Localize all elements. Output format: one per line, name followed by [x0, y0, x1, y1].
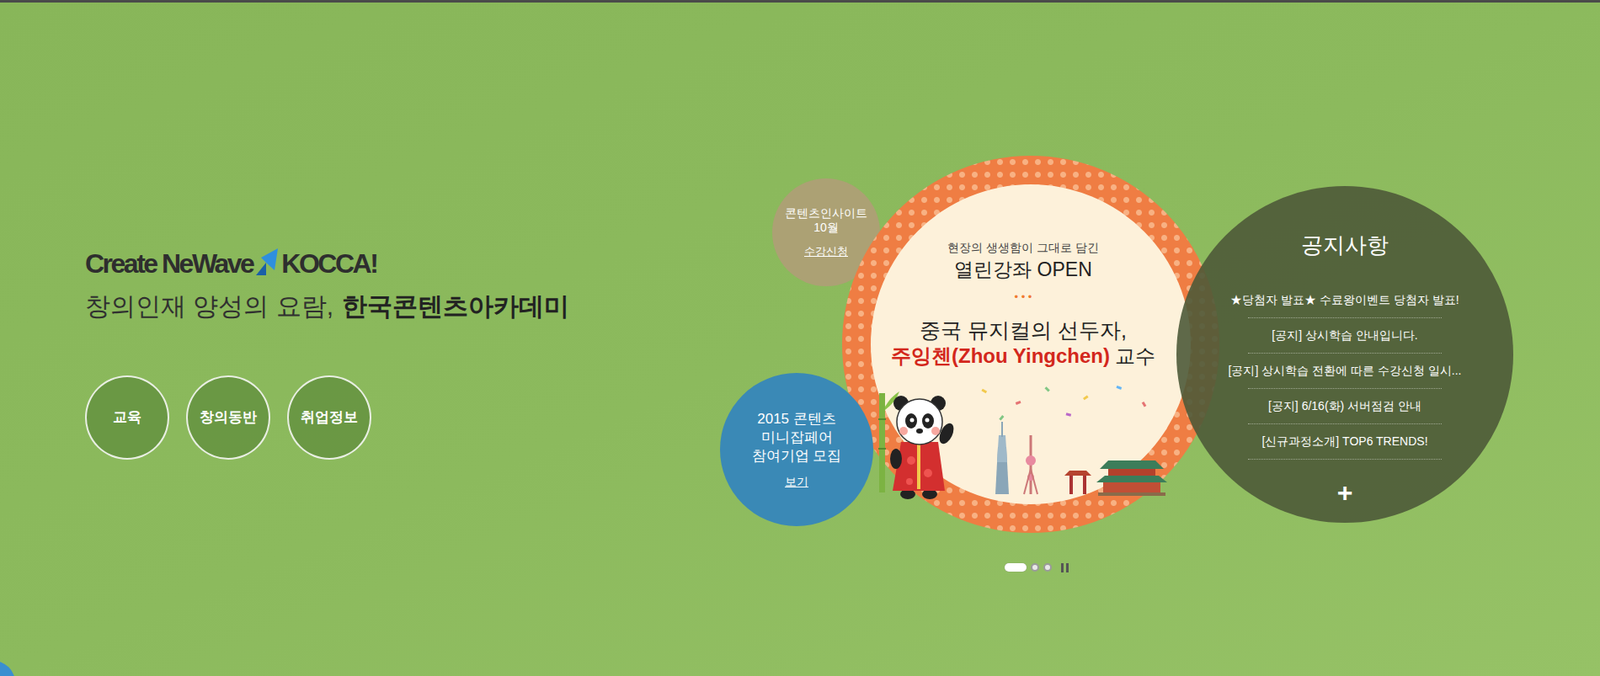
nav-button[interactable]: 창의동반 — [186, 375, 271, 460]
tagline-text: 창의인재 양성의 요람, — [85, 290, 334, 323]
feature-title: 열린강좌 OPEN — [954, 257, 1093, 282]
feature-subtitle: 현장의 생생함이 그대로 담긴 — [947, 240, 1099, 256]
notice-item[interactable]: [신규과정소개] TOP6 TRENDS! — [1248, 424, 1442, 460]
notice-text[interactable]: [공지] 상시학습 안내입니다. — [1271, 318, 1418, 353]
panda-icon — [877, 384, 958, 503]
hero: Create NeWave KOCCA! 창의인재 양성의 요람, 한국콘텐츠아… — [0, 0, 1600, 676]
pause-bar — [1061, 563, 1064, 573]
city-skyline-icon — [965, 384, 1176, 503]
notice-circle: 공지사항 ★당첨자 발표★ 수료왕이벤트 당첨자 발표![공지] 상시학습 안내… — [1176, 186, 1514, 523]
notice-text[interactable]: [공지] 6/16(화) 서버점검 안내 — [1268, 389, 1422, 424]
nav-button[interactable]: 교육 — [85, 375, 170, 460]
feature-inner: 현장의 생생함이 그대로 담긴 열린강좌 OPEN • • • 중국 뮤지컬의 … — [870, 184, 1191, 505]
feature-name-row: 주잉첸(Zhou Yingchen) 교수 — [890, 343, 1156, 369]
notice-item[interactable]: [공지] 6/16(화) 서버점검 안내 — [1248, 389, 1442, 425]
promo-line: 콘텐츠인사이트 — [784, 206, 868, 221]
carousel-controls — [1004, 562, 1069, 573]
notice-separator — [1248, 458, 1442, 460]
carousel-dot[interactable] — [1043, 563, 1052, 572]
notice-item[interactable]: [공지] 상시학습 전환에 따른 수강신청 일시... — [1228, 353, 1462, 390]
promo-line: 2015 콘텐츠 — [757, 410, 837, 429]
notice-separator — [1248, 317, 1442, 319]
feature-circle[interactable]: 현장의 생생함이 그대로 담긴 열린강좌 OPEN • • • 중국 뮤지컬의 … — [842, 155, 1220, 534]
notice-text[interactable]: [신규과정소개] TOP6 TRENDS! — [1261, 424, 1428, 459]
wave-arrow-icon — [256, 248, 278, 276]
promo-line: 미니잡페어 — [761, 428, 833, 448]
notice-text[interactable]: [공지] 상시학습 전환에 따른 수강신청 일시... — [1228, 353, 1462, 389]
notice-separator — [1248, 388, 1442, 390]
carousel-dot[interactable] — [1004, 563, 1027, 572]
logo-text: Create NeWave — [85, 246, 253, 281]
notice-text[interactable]: ★당첨자 발표★ 수료왕이벤트 당첨자 발표! — [1230, 282, 1459, 318]
feature-dots: • • • — [1014, 291, 1033, 304]
notice-more-button[interactable]: + — [1337, 480, 1354, 506]
professor-suffix: 교수 — [1114, 343, 1156, 369]
nav-button[interactable]: 취업정보 — [287, 375, 372, 460]
notice-separator — [1248, 352, 1442, 354]
corner-decoration — [0, 661, 16, 676]
tagline-bold: 한국콘텐츠아카데미 — [341, 290, 570, 323]
promo-link[interactable]: 수강신청 — [804, 245, 848, 259]
professor-name: 주잉첸(Zhou Yingchen) — [890, 343, 1110, 369]
notice-separator — [1248, 423, 1442, 425]
pause-icon[interactable] — [1061, 562, 1069, 573]
notice-item[interactable]: ★당첨자 발표★ 수료왕이벤트 당첨자 발표! — [1230, 282, 1459, 319]
notice-item[interactable]: [공지] 상시학습 안내입니다. — [1248, 318, 1442, 354]
pause-bar — [1066, 563, 1069, 573]
logo-text: KOCCA! — [281, 246, 377, 281]
jobfair-promo[interactable]: 2015 콘텐츠 미니잡페어 참여기업 모집 보기 — [720, 373, 874, 527]
promo-line: 10월 — [813, 220, 839, 235]
promo-line: 참여기업 모집 — [752, 447, 843, 466]
promo-link[interactable]: 보기 — [784, 474, 809, 490]
feature-headline: 중국 뮤지컬의 선두자, — [919, 316, 1127, 344]
carousel-dot[interactable] — [1030, 563, 1040, 572]
notice-list: ★당첨자 발표★ 수료왕이벤트 당첨자 발표![공지] 상시학습 안내입니다.[… — [1228, 282, 1462, 460]
notice-title: 공지사항 — [1301, 230, 1389, 260]
